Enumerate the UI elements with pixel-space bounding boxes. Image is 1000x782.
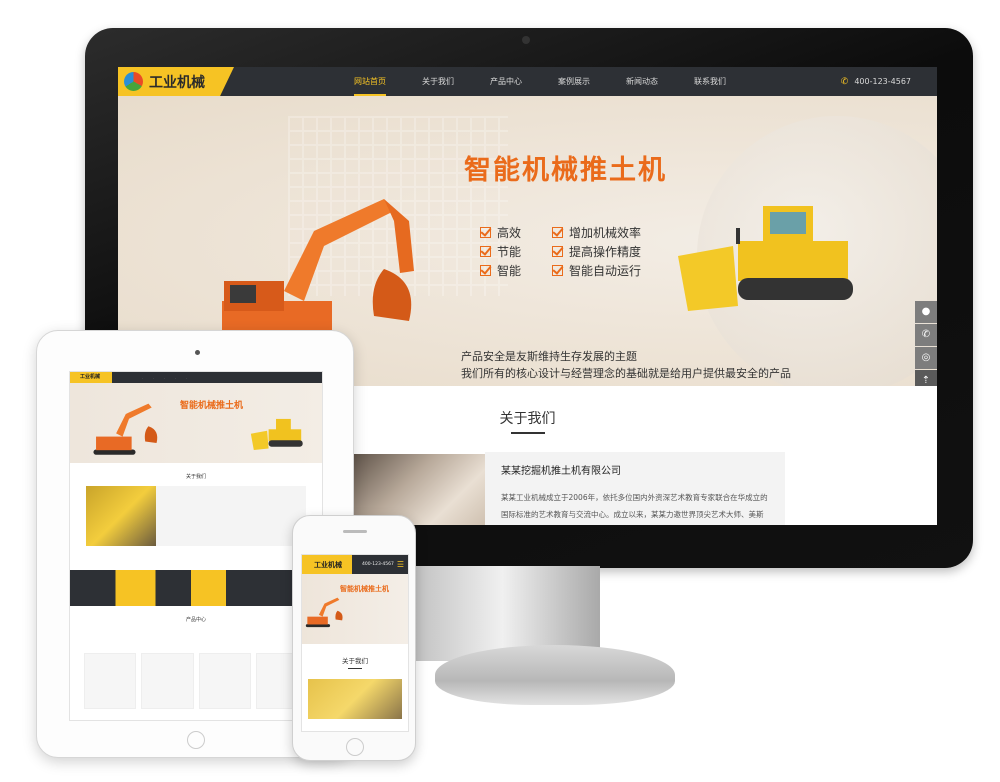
tablet-nav-item[interactable]: · [186,376,187,380]
banner-title: 智能机械推土机 [464,155,667,186]
phone-heading-underline [348,668,362,669]
feature-precision: 提高操作精度 [552,243,641,260]
phone-about-image [308,679,402,719]
tablet-nav-item[interactable]: · [142,376,143,380]
feature-label: 高效 [497,226,522,240]
about-paragraph: 某某工业机械成立于2006年，依托多位国内外资深艺术教育专家联合在华成立的国际标… [501,493,768,519]
phone-tool-icon[interactable]: ✆ [915,324,937,346]
tablet-bulldozer-image [250,418,303,451]
phone-number: 400-123-4567 [854,77,911,86]
tablet-navbar: 工业机械 · · · · · [70,372,322,383]
tablet-feature-band [70,570,322,606]
nav-contact[interactable]: 联系我们 [676,67,744,96]
feature-label: 智能 [497,264,522,278]
tablet-about-image [86,486,156,546]
tablet-nav-item[interactable]: · [175,376,176,380]
nav-products[interactable]: 产品中心 [472,67,540,96]
qq-icon[interactable]: ● [915,301,937,323]
check-icon [552,246,563,257]
product-card[interactable] [84,653,137,709]
check-icon [552,265,563,276]
check-icon [552,227,563,238]
check-icon [480,227,491,238]
responsive-mockup: 工业机械 网站首页 关于我们 产品中心 案例展示 新闻动态 联系我们 ✆ 400-… [0,0,1000,782]
tablet-logo[interactable]: 工业机械 [70,372,112,383]
about-content: 某某挖掘机推土机有限公司 某某工业机械成立于2006年，依托多位国内外资深艺术教… [485,452,785,525]
feature-efficient: 高效 [480,224,521,241]
nav-news[interactable]: 新闻动态 [608,67,676,96]
hamburger-menu-icon[interactable]: ☰ [397,560,404,569]
tablet-home-button[interactable] [187,731,205,749]
tablet-about-row [86,486,306,546]
phone-icon: ✆ [840,77,849,87]
product-card[interactable] [198,653,251,709]
feature-label: 提高操作精度 [569,245,642,259]
check-icon [480,246,491,257]
product-card[interactable] [141,653,194,709]
feature-label: 增加机械效率 [569,226,642,240]
feature-energy: 节能 [480,243,521,260]
tablet-about-heading: 关于我们 [185,474,206,480]
phone-header-tel[interactable]: 400-123-4567 [362,562,394,567]
nav-home[interactable]: 网站首页 [336,67,404,96]
phone-screen: 工业机械 400-123-4567 ☰ 智能机械推土机 关于我们 [301,554,409,732]
company-name: 某某挖掘机推土机有限公司 [501,466,621,477]
banner-desc-1: 产品安全是友斯维持生存发展的主题 [461,350,637,363]
tablet-excavator-image [93,403,158,455]
heading-underline [511,432,545,434]
desktop-navbar: 工业机械 网站首页 关于我们 产品中心 案例展示 新闻动态 联系我们 ✆ 400-… [118,67,937,96]
monitor-base [435,645,675,705]
feature-smart: 智能 [480,262,521,279]
tablet-banner-title: 智能机械推土机 [180,401,244,411]
banner-desc-2: 我们所有的核心设计与经营理念的基础就是给用户提供最安全的产品 [461,367,791,380]
phone-speaker [343,530,367,533]
wechat-icon[interactable]: ◎ [915,347,937,369]
feature-efficiency: 增加机械效率 [552,224,641,241]
bulldozer-image [678,206,853,311]
tablet-product-grid [84,653,308,709]
desktop-logo[interactable]: 工业机械 [118,67,234,96]
tablet-menu: · · · · · [142,376,187,380]
logo-text: 工业机械 [149,74,205,91]
phone-banner: 智能机械推土机 [302,574,408,644]
tablet-about-text [156,486,306,546]
phone-home-button[interactable] [346,738,364,756]
feature-label: 节能 [497,245,522,259]
nav-about[interactable]: 关于我们 [404,67,472,96]
tablet-banner: 智能机械推土机 [70,383,322,463]
phone-banner-title: 智能机械推土机 [340,585,389,593]
phone-about-heading: 关于我们 [342,657,368,665]
logo-icon [124,72,143,91]
tablet-camera [195,350,200,355]
feature-auto: 智能自动运行 [552,262,641,279]
phone-navbar: 工业机械 400-123-4567 ☰ [302,555,408,574]
nav-cases[interactable]: 案例展示 [540,67,608,96]
header-phone[interactable]: ✆ 400-123-4567 [841,67,911,97]
tablet-products-heading: 产品中心 [185,617,206,623]
check-icon [480,265,491,276]
phone-excavator-image [305,597,343,628]
floating-toolbar: ● ✆ ◎ ⇡ [915,301,937,393]
phone-device: 工业机械 400-123-4567 ☰ 智能机械推土机 关于我们 [292,515,416,761]
tablet-nav-item[interactable]: · [153,376,154,380]
feature-label: 智能自动运行 [569,264,642,278]
desktop-menu: 网站首页 关于我们 产品中心 案例展示 新闻动态 联系我们 [336,67,744,96]
tablet-screen: 工业机械 · · · · · 智能机械推土机 关于我们 产品中心 [69,371,323,721]
phone-logo[interactable]: 工业机械 [302,555,352,574]
tablet-nav-item[interactable]: · [164,376,165,380]
camera [522,36,530,44]
